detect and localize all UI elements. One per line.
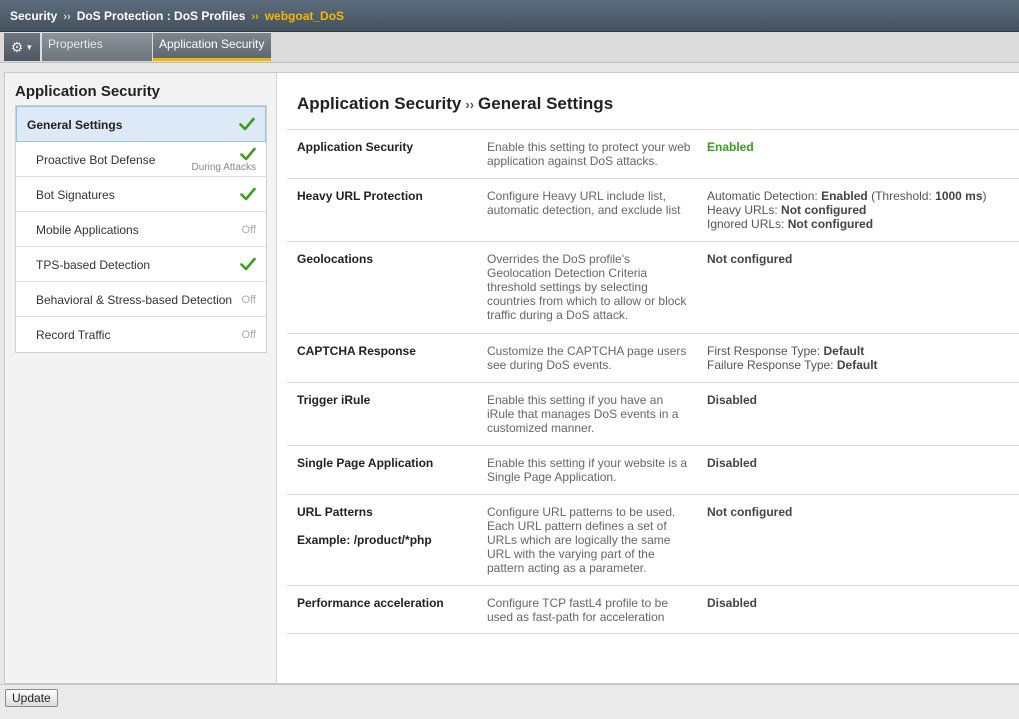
setting-value: Disabled bbox=[707, 393, 758, 407]
setting-value: Disabled bbox=[707, 456, 758, 470]
content-panel: Application Security General Settings Pr… bbox=[4, 72, 1019, 684]
setting-value: Enabled bbox=[707, 140, 754, 154]
sidebar-item-record-traffic[interactable]: Record Traffic Off bbox=[16, 317, 266, 352]
setting-description: Configure Heavy URL include list, automa… bbox=[487, 189, 681, 217]
sidebar-item-tps-based-detection[interactable]: TPS-based Detection bbox=[16, 247, 266, 282]
sidebar-item-label: Bot Signatures bbox=[36, 188, 115, 202]
value-text: Not configured bbox=[781, 203, 867, 217]
settings-row-captcha-response[interactable]: CAPTCHA Response Customize the CAPTCHA p… bbox=[287, 333, 1019, 383]
footer-bar: Update bbox=[0, 684, 1019, 719]
setting-name: CAPTCHA Response bbox=[297, 344, 416, 358]
check-icon bbox=[239, 116, 255, 132]
check-icon bbox=[240, 186, 256, 202]
sidebar-item-general-settings[interactable]: General Settings bbox=[16, 106, 266, 142]
setting-name: Application Security bbox=[297, 140, 414, 154]
value-label: Automatic Detection: bbox=[707, 189, 818, 203]
settings-row-url-patterns[interactable]: URL Patterns Example: /product/*php Conf… bbox=[287, 494, 1019, 586]
setting-name: Heavy URL Protection bbox=[297, 189, 423, 203]
breadcrumb: Security ›› DoS Protection : DoS Profiles ›… bbox=[0, 0, 1019, 32]
sidebar-list: General Settings Proactive Bot Defense D… bbox=[15, 105, 267, 353]
settings-row-heavy-url-protection[interactable]: Heavy URL Protection Configure Heavy URL… bbox=[287, 178, 1019, 242]
value-line-ignored-urls: Ignored URLs: Not configured bbox=[707, 217, 1017, 231]
sidebar-item-mobile-applications[interactable]: Mobile Applications Off bbox=[16, 212, 266, 247]
value-label: Heavy URLs: bbox=[707, 203, 778, 217]
setting-name: URL Patterns bbox=[297, 505, 373, 519]
page-title-page: General Settings bbox=[478, 94, 614, 113]
page-title-section: Application Security bbox=[297, 94, 462, 113]
chevron-down-icon: ▼ bbox=[25, 43, 34, 53]
sidebar-item-proactive-bot-defense[interactable]: Proactive Bot Defense During Attacks bbox=[16, 142, 266, 177]
value-label: Failure Response Type: bbox=[707, 358, 834, 372]
setting-value: Automatic Detection: Enabled (Threshold:… bbox=[707, 189, 1017, 231]
value-text: Default bbox=[836, 358, 878, 372]
value-text: Not configured bbox=[787, 217, 874, 231]
settings-main: Application Security ›› General Settings A… bbox=[287, 73, 1019, 683]
setting-name: Performance acceleration bbox=[297, 596, 444, 610]
status-off: Off bbox=[241, 329, 256, 341]
gear-menu-button[interactable]: ⚙ ▼ bbox=[4, 33, 40, 61]
breadcrumb-current: webgoat_DoS bbox=[264, 9, 345, 23]
breadcrumb-dos-profiles[interactable]: DoS Protection : DoS Profiles bbox=[77, 9, 246, 23]
sidebar: Application Security General Settings Pr… bbox=[5, 73, 277, 683]
setting-description: Enable this setting to protect your web … bbox=[487, 140, 691, 168]
value-line-heavy-urls: Heavy URLs: Not configured bbox=[707, 203, 1017, 217]
breadcrumb-separator: ›› bbox=[251, 11, 259, 23]
sidebar-item-label: Record Traffic bbox=[36, 328, 111, 342]
check-icon bbox=[240, 256, 256, 272]
setting-value: Not configured bbox=[707, 505, 793, 519]
tab-application-security[interactable]: Application Security bbox=[153, 33, 271, 61]
sidebar-item-label: Behavioral & Stress-based Detection bbox=[36, 293, 233, 307]
setting-description: Customize the CAPTCHA page users see dur… bbox=[487, 344, 687, 372]
sidebar-title: Application Security bbox=[15, 83, 161, 100]
status-off: Off bbox=[241, 224, 256, 236]
setting-name: Trigger iRule bbox=[297, 393, 371, 407]
setting-value: Not configured bbox=[707, 252, 793, 266]
sidebar-item-behavioral-stress-detection[interactable]: Behavioral & Stress-based Detection Off bbox=[16, 282, 266, 317]
value-label: ) bbox=[982, 189, 987, 203]
value-label: (Threshold: bbox=[871, 189, 932, 203]
breadcrumb-security[interactable]: Security bbox=[10, 9, 57, 23]
setting-description: Enable this setting if you have an iRule… bbox=[487, 393, 679, 435]
setting-example: Example: /product/*php bbox=[297, 533, 432, 547]
tab-bar: ⚙ ▼ Properties Application Security bbox=[0, 32, 1019, 63]
page-title: Application Security ›› General Settings bbox=[297, 94, 613, 114]
status-off: Off bbox=[241, 294, 256, 306]
value-text: Default bbox=[823, 344, 865, 358]
setting-value: Disabled bbox=[707, 596, 758, 610]
value-label: First Response Type: bbox=[707, 344, 821, 358]
page-title-separator: ›› bbox=[465, 97, 475, 112]
update-button[interactable]: Update bbox=[5, 689, 58, 707]
sidebar-item-label: Proactive Bot Defense bbox=[36, 153, 156, 167]
setting-description: Overrides the DoS profile's Geolocation … bbox=[487, 252, 687, 322]
sidebar-item-label: Mobile Applications bbox=[36, 223, 139, 237]
check-icon bbox=[240, 146, 256, 162]
setting-description: Configure TCP fastL4 profile to be used … bbox=[487, 596, 668, 624]
settings-row-trigger-irule[interactable]: Trigger iRule Enable this setting if you… bbox=[287, 382, 1019, 446]
setting-description: Configure URL patterns to be used. Each … bbox=[487, 505, 676, 575]
settings-row-single-page-application[interactable]: Single Page Application Enable this sett… bbox=[287, 445, 1019, 495]
value-line-failure-response: Failure Response Type: Default bbox=[707, 358, 1017, 372]
value-label: Ignored URLs: bbox=[707, 217, 785, 231]
setting-name: Single Page Application bbox=[297, 456, 434, 470]
sidebar-item-bot-signatures[interactable]: Bot Signatures bbox=[16, 177, 266, 212]
divider bbox=[287, 633, 1019, 634]
value-text: 1000 ms bbox=[935, 189, 983, 203]
settings-row-performance-acceleration[interactable]: Performance acceleration Configure TCP f… bbox=[287, 585, 1019, 634]
value-line-first-response: First Response Type: Default bbox=[707, 344, 1017, 358]
breadcrumb-separator: ›› bbox=[63, 11, 71, 23]
gear-icon: ⚙ bbox=[10, 39, 24, 55]
settings-row-application-security[interactable]: Application Security Enable this setting… bbox=[287, 129, 1019, 179]
sidebar-item-sublabel: During Attacks bbox=[191, 162, 256, 173]
settings-row-geolocations[interactable]: Geolocations Overrides the DoS profile's… bbox=[287, 241, 1019, 334]
value-text: Enabled bbox=[821, 189, 868, 203]
setting-name: Geolocations bbox=[297, 252, 374, 266]
setting-value: First Response Type: Default Failure Res… bbox=[707, 344, 1017, 372]
value-line-auto-detection: Automatic Detection: Enabled (Threshold:… bbox=[707, 189, 1017, 203]
tab-properties[interactable]: Properties bbox=[42, 33, 152, 61]
setting-description: Enable this setting if your website is a… bbox=[487, 456, 688, 484]
sidebar-item-label: General Settings bbox=[27, 118, 123, 132]
sidebar-item-label: TPS-based Detection bbox=[36, 258, 151, 272]
